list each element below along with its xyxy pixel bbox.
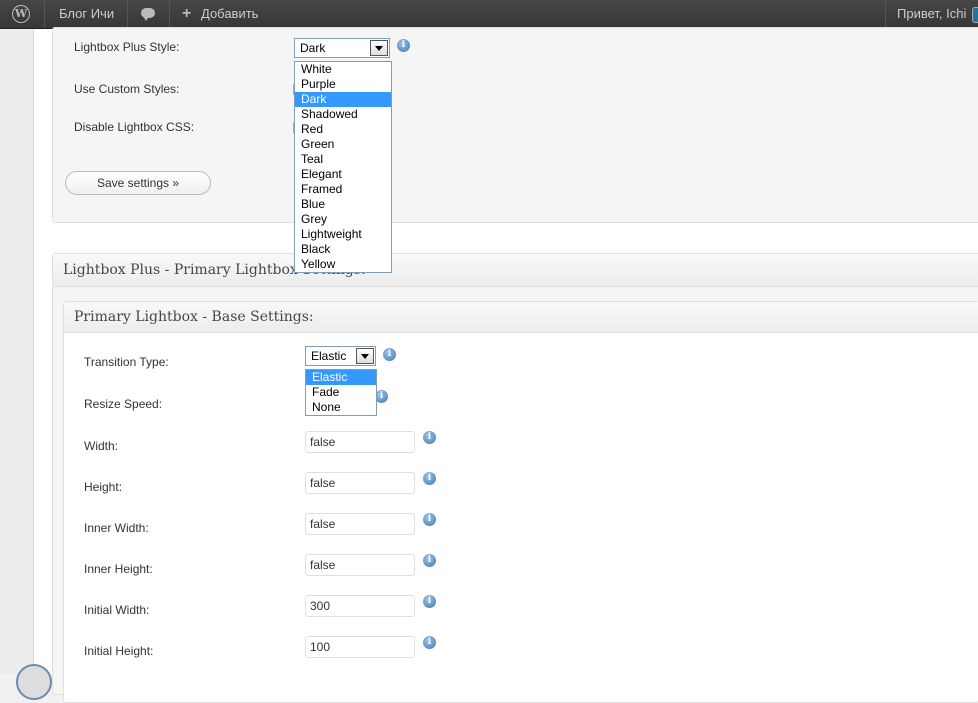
style-option[interactable]: Elegant	[295, 167, 391, 182]
info-icon[interactable]: i	[423, 472, 436, 485]
custom-styles-label: Use Custom Styles:	[74, 82, 180, 96]
style-option[interactable]: Blue	[295, 197, 391, 212]
transition-select[interactable]: Elastic	[305, 346, 376, 366]
style-info-icon[interactable]: i	[397, 39, 410, 52]
style-option[interactable]: Dark	[295, 92, 391, 107]
comments-icon[interactable]	[141, 8, 155, 21]
info-icon[interactable]: i	[423, 636, 436, 649]
avatar[interactable]	[972, 7, 978, 23]
info-icon[interactable]: i	[423, 431, 436, 444]
plus-icon: +	[182, 5, 192, 22]
field-input[interactable]: 300	[305, 595, 415, 617]
transition-option[interactable]: Elastic	[306, 370, 376, 385]
resize-speed-label: Resize Speed:	[84, 397, 163, 411]
style-option[interactable]: Red	[295, 122, 391, 137]
add-new-link[interactable]: Добавить	[201, 0, 258, 28]
style-option[interactable]: Green	[295, 137, 391, 152]
transition-dropdown-list[interactable]: Elastic Fade None	[305, 369, 377, 416]
admin-menu-collapsed	[0, 29, 34, 674]
chevron-down-icon[interactable]	[356, 348, 374, 364]
disable-css-label: Disable Lightbox CSS:	[74, 120, 195, 134]
admin-bar-separator	[44, 0, 45, 28]
primary-section-title[interactable]: Lightbox Plus - Primary Lightbox Setting…	[53, 254, 978, 287]
style-option[interactable]: Teal	[295, 152, 391, 167]
style-option[interactable]: Black	[295, 242, 391, 257]
base-settings-box: Primary Lightbox - Base Settings: Transi…	[63, 301, 978, 703]
field-input[interactable]: false	[305, 472, 415, 494]
general-settings-box: Lightbox Plus Style: Use Custom Styles: …	[52, 27, 978, 223]
main-content: Lightbox Plus Style: Use Custom Styles: …	[34, 27, 978, 703]
style-dropdown-list[interactable]: White Purple Dark Shadowed Red Green Teal Elega…	[294, 61, 392, 273]
field-label: Inner Width:	[84, 521, 149, 535]
style-select-value: Dark	[300, 41, 326, 55]
info-icon[interactable]: i	[423, 513, 436, 526]
field-input[interactable]: false	[305, 431, 415, 453]
field-label: Inner Height:	[84, 562, 153, 576]
style-option[interactable]: Grey	[295, 212, 391, 227]
admin-bar-separator	[127, 0, 128, 28]
wordpress-logo-icon[interactable]: W	[12, 5, 30, 23]
field-input[interactable]: false	[305, 513, 415, 535]
info-icon[interactable]: i	[423, 595, 436, 608]
transition-option[interactable]: Fade	[306, 385, 376, 400]
save-settings-button[interactable]: Save settings »	[65, 171, 211, 195]
transition-option[interactable]: None	[306, 400, 376, 415]
field-label: Initial Height:	[84, 644, 154, 658]
info-icon[interactable]: i	[423, 554, 436, 567]
field-input[interactable]: false	[305, 554, 415, 576]
base-settings-title[interactable]: Primary Lightbox - Base Settings:	[64, 302, 978, 333]
style-option[interactable]: Lightweight	[295, 227, 391, 242]
field-input[interactable]: 100	[305, 636, 415, 658]
field-label: Height:	[84, 480, 123, 494]
admin-bar-separator	[169, 0, 170, 28]
admin-bar: W Блог Ичи + Добавить Привет, Ichi	[0, 0, 978, 29]
style-label: Lightbox Plus Style:	[74, 40, 180, 54]
style-option[interactable]: Purple	[295, 77, 391, 92]
site-name-link[interactable]: Блог Ичи	[59, 0, 114, 28]
style-option[interactable]: Framed	[295, 182, 391, 197]
transition-info-icon[interactable]: i	[383, 348, 396, 361]
style-option[interactable]: Shadowed	[295, 107, 391, 122]
style-select[interactable]: Dark	[294, 38, 390, 58]
scroll-top-button[interactable]	[16, 664, 52, 700]
style-option[interactable]: Yellow	[295, 257, 391, 272]
field-label: Initial Width:	[84, 603, 150, 617]
greeting-link[interactable]: Привет, Ichi	[897, 0, 966, 28]
primary-settings-box: Lightbox Plus - Primary Lightbox Setting…	[52, 253, 978, 703]
chevron-down-icon[interactable]	[370, 40, 388, 56]
transition-type-label: Transition Type:	[84, 355, 169, 369]
transition-select-value: Elastic	[311, 349, 347, 363]
admin-bar-separator	[885, 0, 886, 28]
style-option[interactable]: White	[295, 62, 391, 77]
field-label: Width:	[84, 439, 119, 453]
